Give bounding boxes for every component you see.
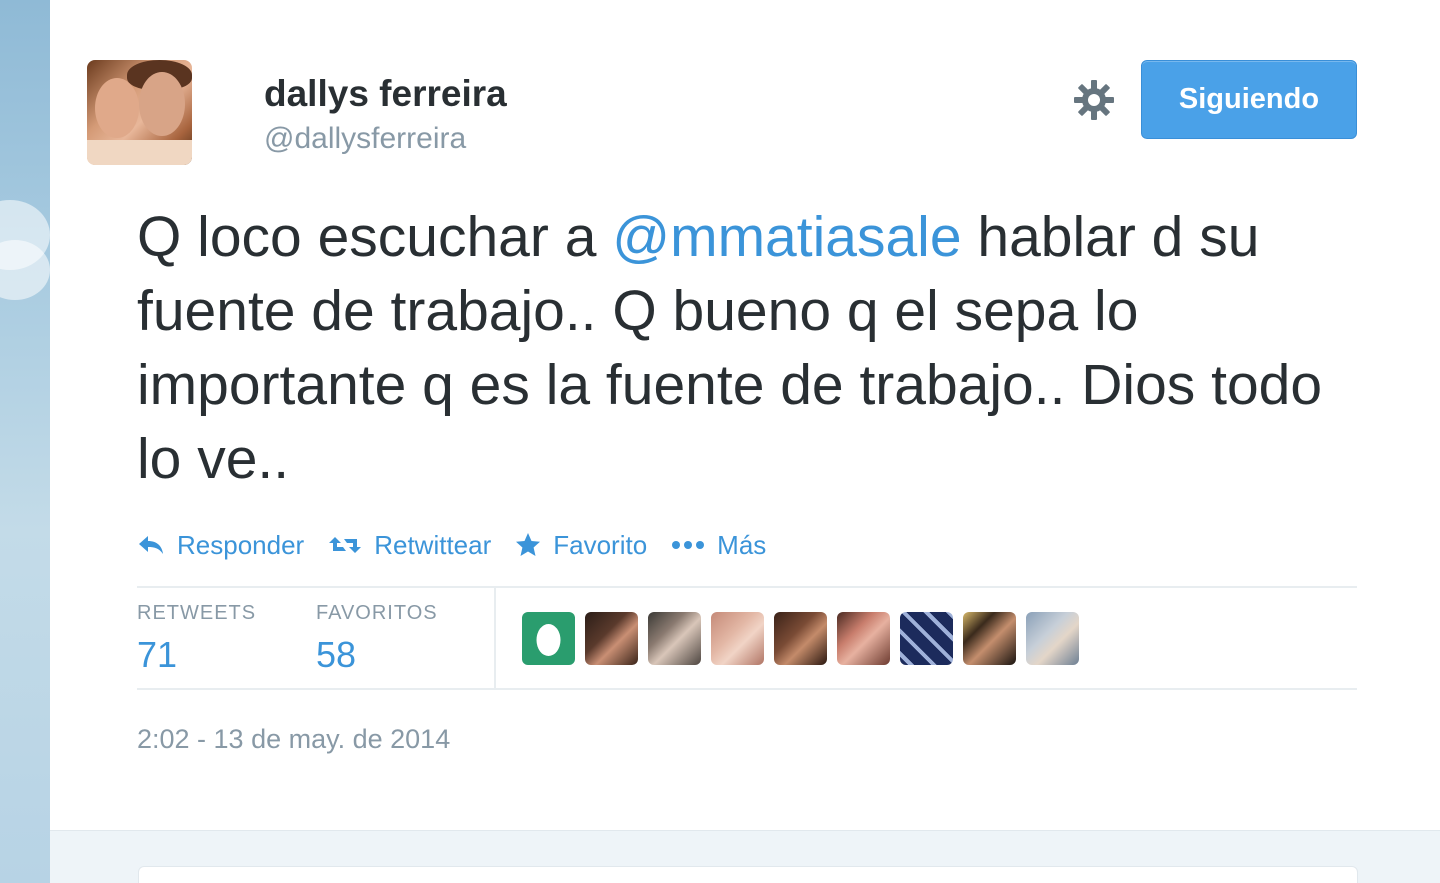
favorite-button[interactable]: Favorito (515, 530, 647, 561)
favoriter-avatar[interactable] (963, 612, 1016, 665)
divider-top (137, 586, 1357, 588)
divider-bottom (137, 688, 1357, 690)
favorites-count[interactable]: 58 (316, 634, 356, 676)
reply-button[interactable]: Responder (137, 530, 304, 561)
reply-icon (139, 536, 163, 554)
favoriter-avatar[interactable] (648, 612, 701, 665)
reply-label: Responder (177, 529, 305, 560)
tweet-actions: Responder Retwittear Favorito Más (137, 527, 790, 563)
favorite-label: Favorito (553, 529, 648, 560)
user-avatar[interactable] (87, 60, 192, 165)
mention-link[interactable]: @mmatiasale (612, 205, 961, 269)
more-button[interactable]: Más (671, 530, 766, 561)
tweet-timestamp[interactable]: 2:02 - 13 de may. de 2014 (137, 724, 450, 755)
following-button[interactable]: Siguiendo (1141, 60, 1357, 139)
favoriter-avatar[interactable] (711, 612, 764, 665)
replies-area (50, 830, 1440, 883)
reply-box[interactable] (138, 866, 1358, 883)
favoriter-avatar[interactable] (900, 612, 953, 665)
favoriter-avatar[interactable] (585, 612, 638, 665)
favoriter-avatar[interactable] (837, 612, 890, 665)
favorites-label: FAVORITOS (316, 602, 438, 624)
favoriter-avatar[interactable] (1026, 612, 1079, 665)
retweet-icon (329, 537, 362, 553)
background-sky (0, 0, 50, 883)
more-dots-icon (672, 541, 705, 549)
gear-icon[interactable] (1072, 78, 1116, 122)
more-label: Más (717, 529, 767, 560)
retweet-label: Retwittear (374, 529, 492, 560)
user-handle[interactable]: @dallysferreira (264, 122, 466, 156)
tweet-text-before: Q loco escuchar a (137, 205, 613, 269)
star-icon (516, 533, 541, 556)
retweets-label: RETWEETS (137, 602, 257, 624)
retweet-button[interactable]: Retwittear (328, 530, 491, 561)
user-name[interactable]: dallys ferreira (264, 73, 507, 115)
stats-divider (494, 588, 496, 688)
tweet-text: Q loco escuchar a @mmatiasale hablar d s… (137, 200, 1367, 496)
retweets-count[interactable]: 71 (137, 634, 177, 676)
favoriters-avatars (522, 612, 1089, 665)
favoriter-avatar[interactable] (522, 612, 575, 665)
favoriter-avatar[interactable] (774, 612, 827, 665)
